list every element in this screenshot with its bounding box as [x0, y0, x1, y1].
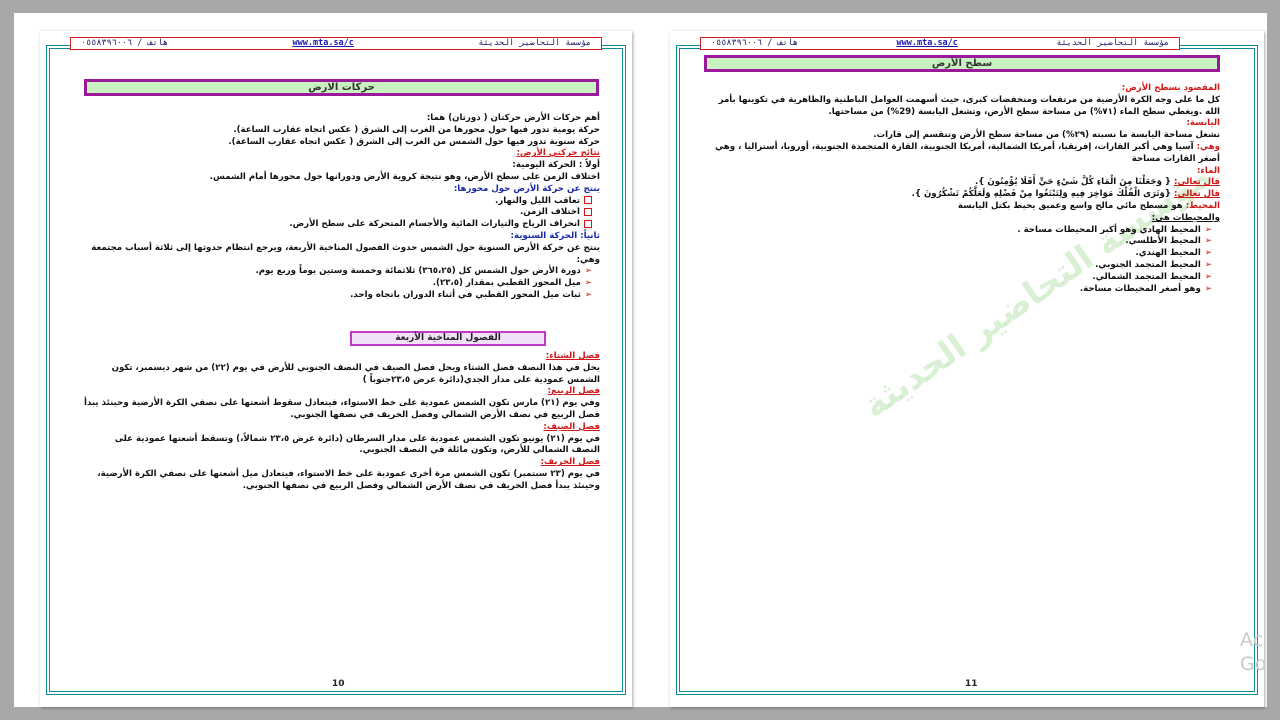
list-item-text: المحيط الهندي.	[1135, 248, 1201, 259]
line: أهم حركات الأرض حركتان ( دورتان) هما:	[426, 113, 600, 123]
label: المحيط:	[1185, 200, 1220, 211]
outer-frame: هاتف / ٠٥٥٨٣٩٦٠٠٦ www.mta.sa/c مؤسسة الت…	[0, 0, 1280, 720]
seasons-title: الفصول المناخية الأربعة	[350, 331, 546, 346]
arrow-bullet-icon: ➢	[1204, 248, 1212, 259]
heading: المقصود بسطح الأرض:	[1121, 83, 1220, 93]
season-text: وفي يوم (٢١) مارس تكون الشمس عمودية على …	[84, 398, 600, 420]
viewer-area: هاتف / ٠٥٥٨٣٩٦٠٠٦ www.mta.sa/c مؤسسة الت…	[14, 13, 1267, 707]
season-heading: فصل الشتاء:	[545, 351, 600, 361]
list-item-text: دورة الأرض حول الشمس كل (٣٦٥،٢٥) ثلاثمائ…	[255, 266, 581, 277]
header-phone: هاتف / ٠٥٥٨٣٩٦٠٠٦	[81, 38, 169, 48]
list-item-text: انحراف الرياح والتيارات المائية والأجسام…	[289, 219, 580, 230]
label: وهي:	[1196, 141, 1220, 152]
page-left: هاتف / ٠٥٥٨٣٩٦٠٠٦ www.mta.sa/c مؤسسة الت…	[40, 31, 632, 707]
heading: والمحيطات هي:	[1151, 212, 1220, 223]
line: حركة يومية تدور فيها حول محورها من الغرب…	[233, 124, 600, 135]
arrow-bullet-icon: ➢	[584, 289, 592, 300]
right-body: المقصود بسطح الأرض: كل ما على وجه الكرة …	[704, 83, 1220, 295]
line: اختلاف الزمن على سطح الأرض، وهو نتيجة كر…	[209, 171, 600, 182]
continents-text: آسيا وهي أكبر القارات، إفريقيا، أمريكا ا…	[715, 141, 1220, 164]
list-item: ➢ثبات ميل المحور القطبي في أثناء الدوران…	[84, 290, 600, 302]
header-org: مؤسسة التحاضير الحديثة	[1056, 38, 1169, 48]
list-item: ➢المحيط الهادي وهو أكبر المحيطات مساحة .	[704, 225, 1220, 237]
ocean-text: هو مسطح مائي مالح واسع وعميق يحيط بكتل ا…	[957, 200, 1186, 211]
header-phone: هاتف / ٠٥٥٨٣٩٦٠٠٦	[711, 38, 799, 48]
list-item: ➢المحيط الهندي.	[704, 248, 1220, 260]
paragraph: المحيط: هو مسطح مائي مالح واسع وعميق يحي…	[704, 201, 1220, 213]
arrow-bullet-icon: ➢	[1204, 271, 1212, 282]
list-item: ➢المحيط المتجمد الجنوبي.	[704, 260, 1220, 272]
season-text: في يوم (٢٣ سبتمبر) تكون الشمس مرة أخرى ع…	[97, 468, 600, 491]
list-item-text: اختلاف الزمن.	[520, 207, 580, 218]
checkbox-square-icon	[584, 219, 592, 228]
page-right: هاتف / ٠٥٥٨٣٩٦٠٠٦ www.mta.sa/c مؤسسة الت…	[670, 31, 1264, 707]
list-item-text: ميل المحور القطبي بمقدار (٢٣،٥).	[432, 278, 581, 289]
list-item: ➢ميل المحور القطبي بمقدار (٢٣،٥).	[84, 278, 600, 290]
list-item-text: المحيط الهادي وهو أكبر المحيطات مساحة .	[1017, 224, 1201, 235]
season-heading: فصل الخريف:	[540, 457, 600, 468]
arrow-bullet-icon: ➢	[584, 266, 592, 277]
list-item: تعاقب الليل والنهار.	[84, 196, 600, 208]
header-url[interactable]: www.mta.sa/c	[897, 38, 958, 49]
checkbox-square-icon	[584, 196, 592, 205]
list-item: ➢المحيط المتجمد الشمالي.	[704, 272, 1220, 284]
list-item: ➢وهو أصغر المحيطات مساحة.	[704, 284, 1220, 296]
arrow-bullet-icon: ➢	[584, 278, 592, 289]
list-item: اختلاف الزمن.	[84, 207, 600, 219]
heading: ثانياً: الحركة السنوية:	[510, 230, 600, 241]
label: قال تعالى:	[1174, 177, 1220, 188]
arrow-bullet-icon: ➢	[1204, 259, 1212, 270]
checkbox-square-icon	[584, 207, 592, 216]
line: حركة سنوية تدور فيها حول الشمس من الغرب …	[228, 136, 600, 147]
page-title: سطح الأرض	[704, 55, 1220, 72]
list-item: ➢المحيط الأطلسي.	[704, 236, 1220, 248]
heading: الماء:	[1197, 165, 1220, 176]
line: أولاً : الحركة اليومية:	[512, 160, 600, 171]
quote: قال تعالى: {وَتَرَى الْفُلْكَ مَوَاخِرَ …	[704, 189, 1220, 201]
season-text: يحل في هذا النصف فصل الشتاء ويحل فصل الص…	[111, 362, 600, 385]
list-item-text: ثبات ميل المحور القطبي في أثناء الدوران …	[350, 289, 581, 300]
season-heading: فصل الربيع:	[547, 386, 600, 397]
page-header: هاتف / ٠٥٥٨٣٩٦٠٠٦ www.mta.sa/c مؤسسة الت…	[70, 37, 602, 50]
activation-text-2: Go	[1240, 653, 1267, 675]
list-item-text: المحيط الأطلسي.	[1125, 236, 1201, 247]
list-item-text: المحيط المتجمد الجنوبي.	[1095, 259, 1201, 270]
quote-text: {وَتَرَى الْفُلْكَ مَوَاخِرَ فِيهِ وَلِت…	[911, 189, 1172, 200]
paragraph: كل ما على وجه الكرة الأرضية من مرتفعات و…	[718, 94, 1220, 117]
line: ينتج عن حركة الأرض السنوية حول الشمس حدو…	[91, 242, 600, 265]
heading: ينتج عن حركة الأرض حول محورها:	[453, 183, 600, 194]
paragraph: وهي: آسيا وهي أكبر القارات، إفريقيا، أمر…	[704, 142, 1220, 166]
arrow-bullet-icon: ➢	[1204, 283, 1212, 294]
list-item-text: وهو أصغر المحيطات مساحة.	[1079, 283, 1201, 294]
quote: قال تعالى: { وَجَعَلْنَا مِنَ الْمَاءِ ك…	[704, 177, 1220, 189]
left-body: أهم حركات الأرض حركتان ( دورتان) هما: حر…	[84, 113, 600, 302]
list-item-text: المحيط المتجمد الشمالي.	[1092, 271, 1201, 282]
season-text: في يوم (٢١) يونيو تكون الشمس عمودية على …	[114, 433, 600, 456]
list-item: انحراف الرياح والتيارات المائية والأجسام…	[84, 219, 600, 231]
heading: اليابسة:	[1186, 118, 1220, 129]
arrow-bullet-icon: ➢	[1204, 224, 1212, 235]
page-number: 11	[965, 679, 978, 689]
page-header: هاتف / ٠٥٥٨٣٩٦٠٠٦ www.mta.sa/c مؤسسة الت…	[700, 37, 1180, 50]
list-item: ➢دورة الأرض حول الشمس كل (٣٦٥،٢٥) ثلاثما…	[84, 266, 600, 278]
list-item-text: تعاقب الليل والنهار.	[494, 195, 580, 206]
paragraph: تشغل مساحة اليابسة ما نسبته (٢٩%) من مسا…	[873, 130, 1220, 141]
page-number: 10	[332, 679, 345, 689]
page-title: حركات الارض	[84, 79, 599, 96]
activation-text-1: Ac	[1240, 629, 1264, 651]
arrow-bullet-icon: ➢	[1204, 236, 1212, 247]
label: قال تعالى:	[1174, 189, 1220, 200]
header-url[interactable]: www.mta.sa/c	[293, 38, 354, 49]
seasons-body: فصل الشتاء: يحل في هذا النصف فصل الشتاء …	[84, 351, 600, 493]
quote-text: { وَجَعَلْنَا مِنَ الْمَاءِ كُلَّ شَيْءٍ…	[975, 177, 1172, 188]
activation-watermark: Ac Go	[1240, 628, 1266, 676]
header-org: مؤسسة التحاضير الحديثة	[478, 38, 591, 48]
heading: نتائج حركتي الأرض:	[516, 148, 600, 159]
season-heading: فصل الصيف:	[543, 421, 600, 432]
